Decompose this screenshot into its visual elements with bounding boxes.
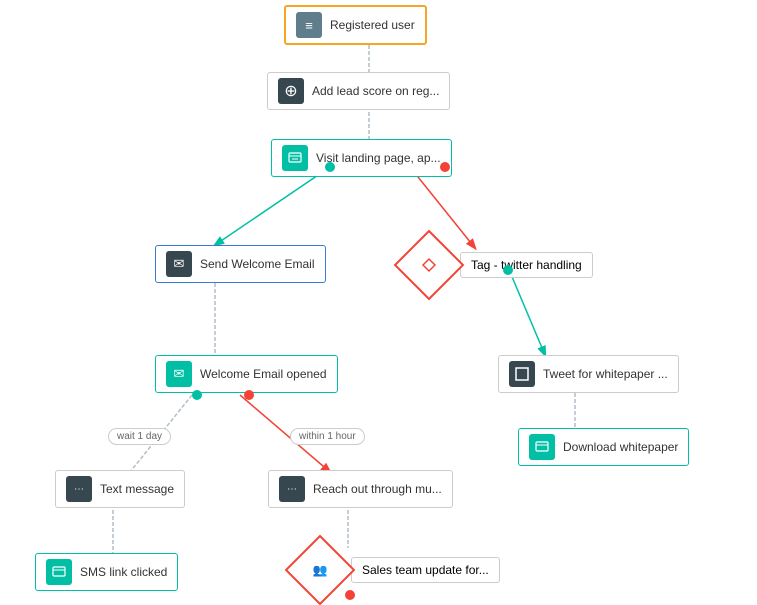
welcome-opened-label: Welcome Email opened — [200, 367, 327, 381]
welcome-email-opened-node[interactable]: ✉ Welcome Email opened — [155, 355, 338, 393]
visit-landing-icon — [282, 145, 308, 171]
workflow-canvas: ≡ Registered user ⊕ Add lead score on re… — [0, 0, 757, 603]
visit-landing-node[interactable]: Visit landing page, ap... — [271, 139, 452, 177]
connector-dot-teal-3 — [192, 390, 202, 400]
text-message-node[interactable]: ⋯ Text message — [55, 470, 185, 508]
tag-twitter-node[interactable]: Tag - twitter handling — [404, 240, 593, 290]
reach-out-icon: ⋯ — [279, 476, 305, 502]
connector-dot-orange-3 — [345, 590, 355, 600]
within-1-hour-badge: within 1 hour — [290, 428, 365, 445]
connector-dot-teal-2 — [503, 265, 513, 275]
registered-user-node[interactable]: ≡ Registered user — [284, 5, 427, 45]
send-welcome-icon: ✉ — [166, 251, 192, 277]
tag-twitter-label-box: Tag - twitter handling — [460, 252, 593, 278]
reach-out-node[interactable]: ⋯ Reach out through mu... — [268, 470, 453, 508]
welcome-opened-icon: ✉ — [166, 361, 192, 387]
download-whitepaper-label: Download whitepaper — [563, 440, 678, 454]
sms-link-icon — [46, 559, 72, 585]
add-lead-score-node[interactable]: ⊕ Add lead score on reg... — [267, 72, 450, 110]
tweet-whitepaper-node[interactable]: Tweet for whitepaper ... — [498, 355, 679, 393]
add-lead-score-icon: ⊕ — [278, 78, 304, 104]
text-message-icon: ⋯ — [66, 476, 92, 502]
download-whitepaper-icon — [529, 434, 555, 460]
registered-user-icon: ≡ — [296, 12, 322, 38]
registered-user-label: Registered user — [330, 18, 415, 32]
tweet-whitepaper-icon — [509, 361, 535, 387]
tweet-whitepaper-label: Tweet for whitepaper ... — [543, 367, 668, 381]
visit-landing-label: Visit landing page, ap... — [316, 151, 441, 165]
reach-out-label: Reach out through mu... — [313, 482, 442, 496]
connector-dot-teal-1 — [325, 162, 335, 172]
send-welcome-email-node[interactable]: ✉ Send Welcome Email — [155, 245, 326, 283]
tag-twitter-label: Tag - twitter handling — [471, 258, 582, 272]
connector-dot-orange-2 — [244, 390, 254, 400]
download-whitepaper-node[interactable]: Download whitepaper — [518, 428, 689, 466]
text-message-label: Text message — [100, 482, 174, 496]
sales-team-label-box: Sales team update for... — [351, 557, 500, 583]
wait-1-day-badge: wait 1 day — [108, 428, 171, 445]
add-lead-score-label: Add lead score on reg... — [312, 84, 439, 98]
sms-link-clicked-node[interactable]: SMS link clicked — [35, 553, 178, 591]
sms-link-label: SMS link clicked — [80, 565, 167, 579]
connector-dot-orange-1 — [440, 162, 450, 172]
send-welcome-label: Send Welcome Email — [200, 257, 315, 271]
sales-team-label: Sales team update for... — [362, 563, 489, 577]
sales-team-update-node[interactable]: 👥 Sales team update for... — [295, 545, 500, 595]
